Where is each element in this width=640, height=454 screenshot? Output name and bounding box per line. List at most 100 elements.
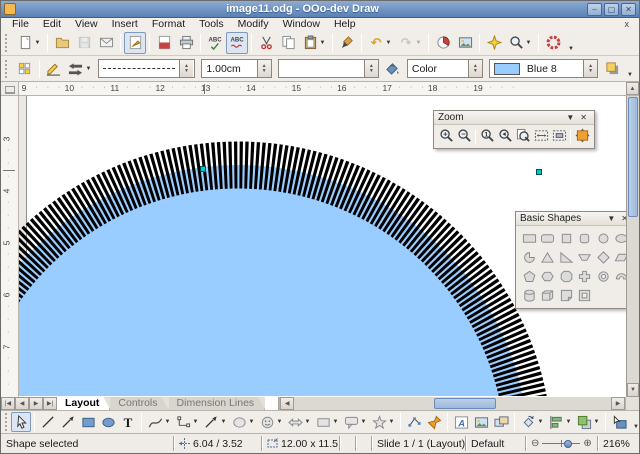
frame-shape-button[interactable] xyxy=(576,286,595,305)
dropdown-arrow-icon[interactable]: ▼ xyxy=(193,419,199,425)
edit-file-button[interactable] xyxy=(124,32,146,54)
dropdown-arrow-icon[interactable]: ▼ xyxy=(85,66,91,72)
trapezoid-shape-button[interactable] xyxy=(576,248,595,267)
paste-button[interactable]: ▼ xyxy=(299,32,329,54)
parallelogram-shape-button[interactable] xyxy=(613,248,627,267)
dropdown-arrow-icon[interactable]: ▼ xyxy=(165,419,171,425)
drawing-canvas[interactable]: Zoom ▼ ✕ +−1 Basic Shapes ▼ ✕ xyxy=(19,96,626,397)
zoom-slider[interactable]: ⊖ ⊕ xyxy=(525,436,597,451)
from-file-button[interactable] xyxy=(471,412,491,432)
dropdown-arrow-icon[interactable]: ▼ xyxy=(526,40,532,46)
previous-zoom-button[interactable] xyxy=(496,127,514,146)
shadow-button[interactable] xyxy=(601,58,623,80)
menu-help[interactable]: Help xyxy=(327,18,363,30)
zoom-100-button[interactable]: 1 xyxy=(478,127,496,146)
zoom-in-icon[interactable]: ⊕ xyxy=(583,438,591,449)
scroll-down-icon[interactable]: ▼ xyxy=(627,383,639,397)
horizontal-ruler[interactable]: 9···10···11···12···13···14···15···16···1… xyxy=(19,82,626,95)
circle-pie-shape-button[interactable] xyxy=(520,248,539,267)
zoom-palette-titlebar[interactable]: Zoom ▼ ✕ xyxy=(434,111,594,125)
cube-shape-button[interactable] xyxy=(539,286,558,305)
dropdown-arrow-icon[interactable]: ▼ xyxy=(566,419,572,425)
redo-button[interactable]: ↷▼ xyxy=(395,32,425,54)
dropdown-arrow-icon[interactable]: ▼ xyxy=(594,419,600,425)
circle-shape-button[interactable] xyxy=(594,229,613,248)
open-button[interactable] xyxy=(51,32,73,54)
entire-page-button[interactable] xyxy=(514,127,532,146)
symbol-shapes-button[interactable]: ▼ xyxy=(257,412,285,432)
menu-window[interactable]: Window xyxy=(276,18,327,30)
flowcharts-button[interactable]: ▼ xyxy=(313,412,341,432)
insert-image-button[interactable] xyxy=(454,32,476,54)
menu-view[interactable]: View xyxy=(68,18,105,30)
spellcheck-button[interactable]: ABC xyxy=(204,32,226,54)
insert-chart-button[interactable] xyxy=(432,32,454,54)
palette-menu-icon[interactable]: ▼ xyxy=(604,214,618,223)
tab-dimension-lines[interactable]: Dimension Lines xyxy=(169,397,266,410)
spinner-icon[interactable]: ▲▼ xyxy=(179,60,193,77)
previous-page-button[interactable]: ◀ xyxy=(15,397,29,410)
arrow-button[interactable] xyxy=(58,412,78,432)
spinner-icon[interactable]: ▲▼ xyxy=(257,60,271,77)
toolbar-grip[interactable] xyxy=(5,34,10,52)
spinner-icon[interactable]: ▲▼ xyxy=(468,60,482,77)
horizontal-scroll-track[interactable] xyxy=(294,397,611,410)
dropdown-arrow-icon[interactable]: ▼ xyxy=(386,40,392,46)
dropdown-arrow-icon[interactable]: ▼ xyxy=(35,40,41,46)
tab-layout[interactable]: Layout xyxy=(57,397,110,410)
selection-handle[interactable] xyxy=(536,169,542,175)
auto-spellcheck-button[interactable]: ABC xyxy=(226,32,248,54)
navigator-button[interactable] xyxy=(483,32,505,54)
first-page-button[interactable]: |◀ xyxy=(1,397,15,410)
palette-close-icon[interactable]: ✕ xyxy=(577,113,590,122)
connector-button[interactable]: ▼ xyxy=(173,412,201,432)
dropdown-arrow-icon[interactable]: ▼ xyxy=(320,40,326,46)
rectangle-shape-button[interactable] xyxy=(520,229,539,248)
save-button[interactable] xyxy=(73,32,95,54)
page-style[interactable]: Default xyxy=(465,436,525,451)
zoom-percentage[interactable]: 216% xyxy=(597,436,639,451)
select-button[interactable] xyxy=(11,412,31,432)
zoom-button[interactable]: ▼ xyxy=(505,32,535,54)
arrange-button[interactable]: ▼ xyxy=(574,412,602,432)
rectangle-rounded-shape-button[interactable] xyxy=(539,229,558,248)
maximize-button[interactable]: ▢ xyxy=(604,3,619,16)
scroll-right-icon[interactable]: ▶ xyxy=(611,397,625,410)
spinner-icon[interactable]: ▲▼ xyxy=(583,60,597,77)
selection-handle[interactable] xyxy=(200,166,206,172)
horizontal-scrollbar[interactable]: ◀ ▶ xyxy=(279,397,625,410)
stars-button[interactable]: ▼ xyxy=(369,412,397,432)
menu-edit[interactable]: Edit xyxy=(36,18,68,30)
fill-type-select[interactable]: Color ▲▼ xyxy=(407,59,483,78)
menu-modify[interactable]: Modify xyxy=(231,18,276,30)
help-button[interactable] xyxy=(542,32,564,54)
close-button[interactable]: ✕ xyxy=(621,3,636,16)
octagon-shape-button[interactable] xyxy=(557,267,576,286)
palette-close-icon[interactable]: ✕ xyxy=(618,214,626,223)
vertical-ruler[interactable]: 3···4···5···6···7··· xyxy=(1,96,19,397)
toolbar-grip[interactable] xyxy=(5,60,10,78)
toolbar-options-icon[interactable]: ▼ xyxy=(629,424,640,430)
zoom-in-button[interactable]: + xyxy=(437,127,455,146)
callouts-button[interactable]: ▼ xyxy=(341,412,369,432)
palette-menu-icon[interactable]: ▼ xyxy=(563,113,577,122)
block-arrows-button[interactable]: ▼ xyxy=(285,412,313,432)
copy-button[interactable] xyxy=(277,32,299,54)
next-page-button[interactable]: ▶ xyxy=(29,397,43,410)
square-rounded-shape-button[interactable] xyxy=(576,229,595,248)
print-button[interactable] xyxy=(175,32,197,54)
line-properties-button[interactable] xyxy=(43,58,65,80)
cross-shape-button[interactable] xyxy=(576,267,595,286)
toolbar-options-icon[interactable]: ▼ xyxy=(623,72,637,78)
square-shape-button[interactable] xyxy=(557,229,576,248)
text-button[interactable]: T xyxy=(118,412,138,432)
line-color-select[interactable]: ▲▼ xyxy=(278,59,379,78)
ring-shape-button[interactable] xyxy=(594,267,613,286)
hexagon-shape-button[interactable] xyxy=(539,267,558,286)
cylinder-shape-button[interactable] xyxy=(520,286,539,305)
minimize-button[interactable]: – xyxy=(587,3,602,16)
cut-button[interactable] xyxy=(255,32,277,54)
zoom-palette[interactable]: Zoom ▼ ✕ +−1 xyxy=(433,110,595,149)
email-button[interactable] xyxy=(95,32,117,54)
right-triangle-shape-button[interactable] xyxy=(557,248,576,267)
